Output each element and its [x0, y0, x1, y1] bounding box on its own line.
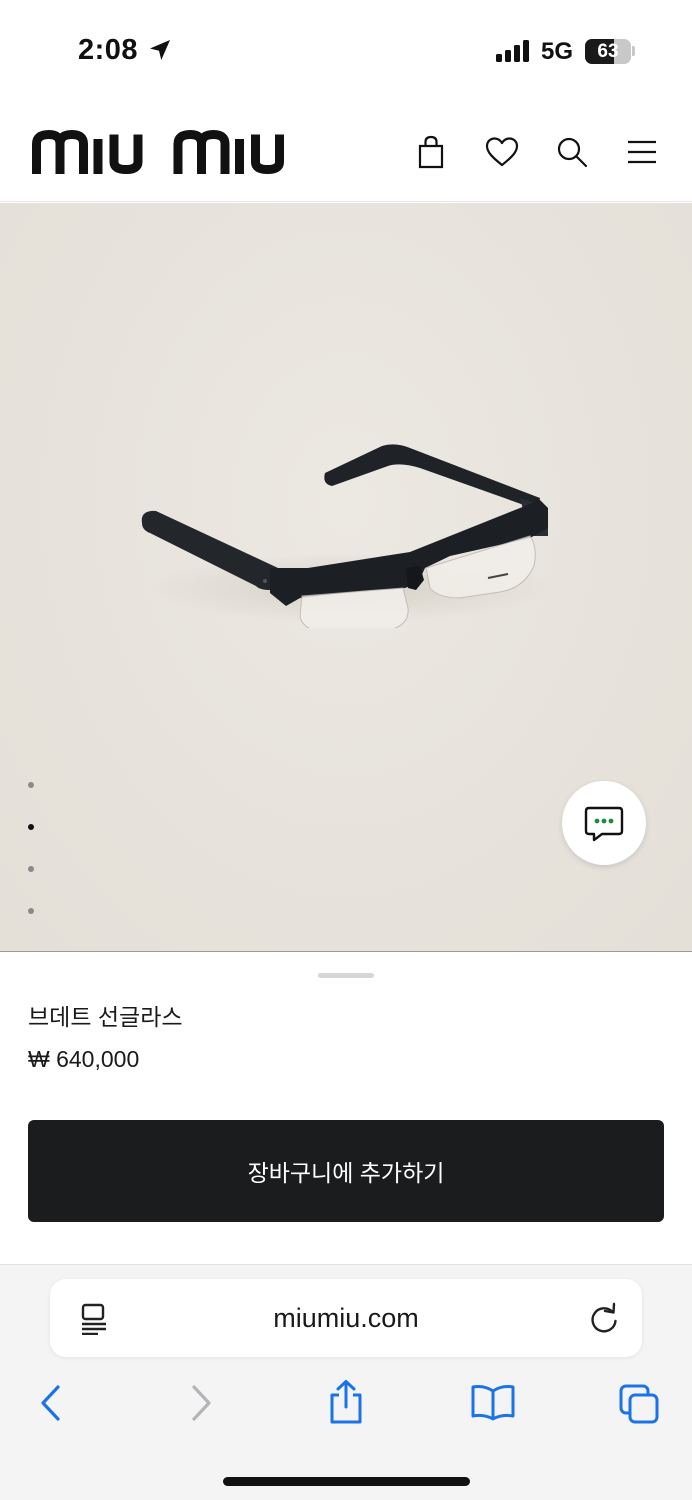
brand-logo[interactable]	[32, 130, 294, 174]
product-glasses-image	[141, 444, 550, 628]
battery-percentage: 63	[597, 41, 619, 62]
search-icon[interactable]	[554, 134, 590, 170]
menu-icon[interactable]	[624, 134, 660, 170]
site-header	[0, 100, 692, 202]
pagination-dot[interactable]	[26, 906, 36, 916]
chat-bubble-icon	[584, 806, 624, 842]
forward-icon[interactable]	[188, 1383, 214, 1423]
network-label: 5G	[541, 38, 574, 65]
shopping-bag-icon[interactable]	[413, 134, 449, 170]
share-icon[interactable]	[326, 1379, 366, 1425]
heart-icon[interactable]	[484, 134, 520, 170]
back-icon[interactable]	[38, 1383, 64, 1423]
cellular-signal-icon	[496, 40, 529, 62]
reload-icon[interactable]	[588, 1301, 620, 1335]
battery-tip	[632, 46, 635, 56]
tabs-icon[interactable]	[618, 1383, 660, 1425]
url-text: miumiu.com	[273, 1303, 419, 1333]
battery-icon: 63	[585, 39, 631, 64]
home-indicator[interactable]	[223, 1477, 470, 1486]
product-name: 브데트 선글라스	[28, 1004, 183, 1030]
pagination-dot[interactable]	[26, 780, 36, 790]
pagination-dot-active[interactable]	[26, 822, 36, 832]
location-arrow-icon	[150, 40, 170, 60]
status-bar: 2:08 5G 63	[0, 0, 692, 100]
add-to-cart-button[interactable]: 장바구니에 추가하기	[28, 1120, 664, 1222]
status-time: 2:08	[78, 34, 139, 66]
bookmarks-icon[interactable]	[470, 1383, 516, 1421]
product-price: ₩ 640,000	[28, 1046, 140, 1072]
sheet-drag-handle[interactable]	[318, 973, 374, 978]
product-image-gallery[interactable]	[0, 203, 692, 952]
address-bar[interactable]: miumiu.com	[50, 1279, 642, 1357]
browser-toolbar: miumiu.com	[0, 1264, 692, 1500]
pagination-dot[interactable]	[26, 864, 36, 874]
chat-button[interactable]	[562, 781, 646, 865]
